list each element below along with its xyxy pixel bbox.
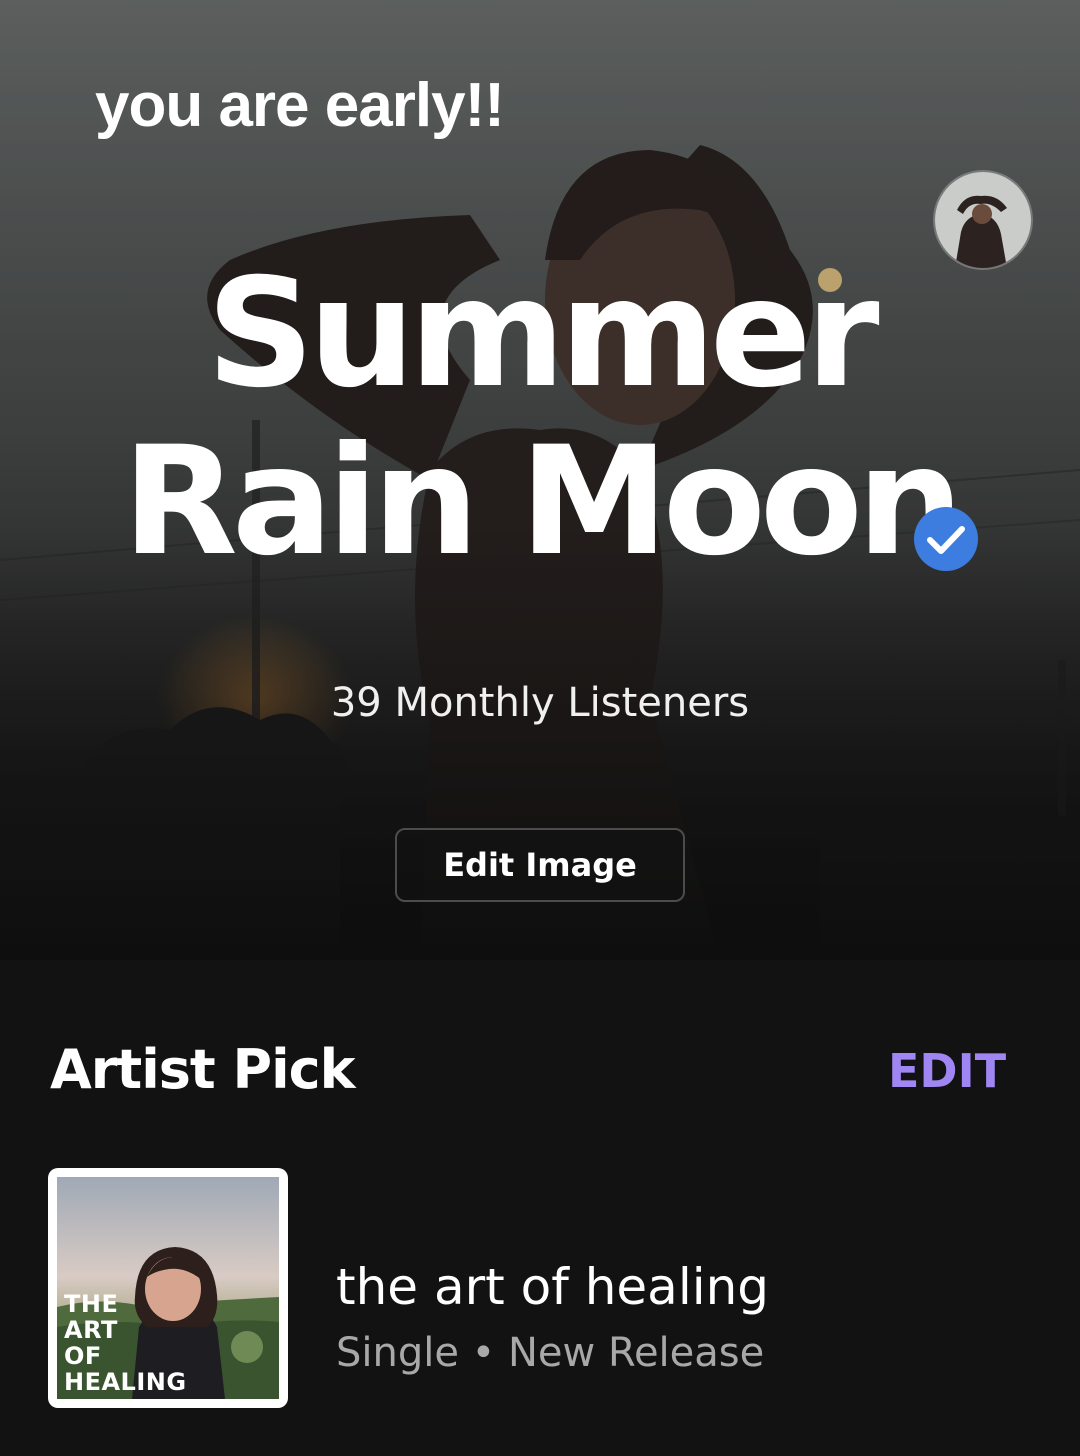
cover-text-line: HEALING — [64, 1368, 187, 1396]
verified-check-icon — [914, 507, 978, 571]
caption-overlay: you are early!! — [95, 71, 505, 140]
edit-artist-pick-button[interactable]: EDIT — [888, 1044, 1006, 1098]
cover-text-line: ART — [64, 1316, 118, 1344]
cover-text-line: THE — [64, 1290, 119, 1318]
cover-title-text: THE ART OF HEALING — [64, 1291, 187, 1395]
edit-image-label: Edit Image — [443, 846, 637, 884]
monthly-listeners: 39 Monthly Listeners — [330, 680, 750, 726]
cover-text-line: OF — [64, 1342, 102, 1370]
release-meta: Single • New Release — [336, 1330, 765, 1376]
artist-header: you are early!! Summer Rain Moon 39 Mont… — [0, 0, 1080, 960]
release-cover[interactable]: THE ART OF HEALING — [48, 1168, 288, 1408]
release-title[interactable]: the art of healing — [336, 1258, 769, 1316]
artist-pick-title: Artist Pick — [50, 1038, 356, 1101]
edit-image-button[interactable]: Edit Image — [395, 828, 685, 902]
